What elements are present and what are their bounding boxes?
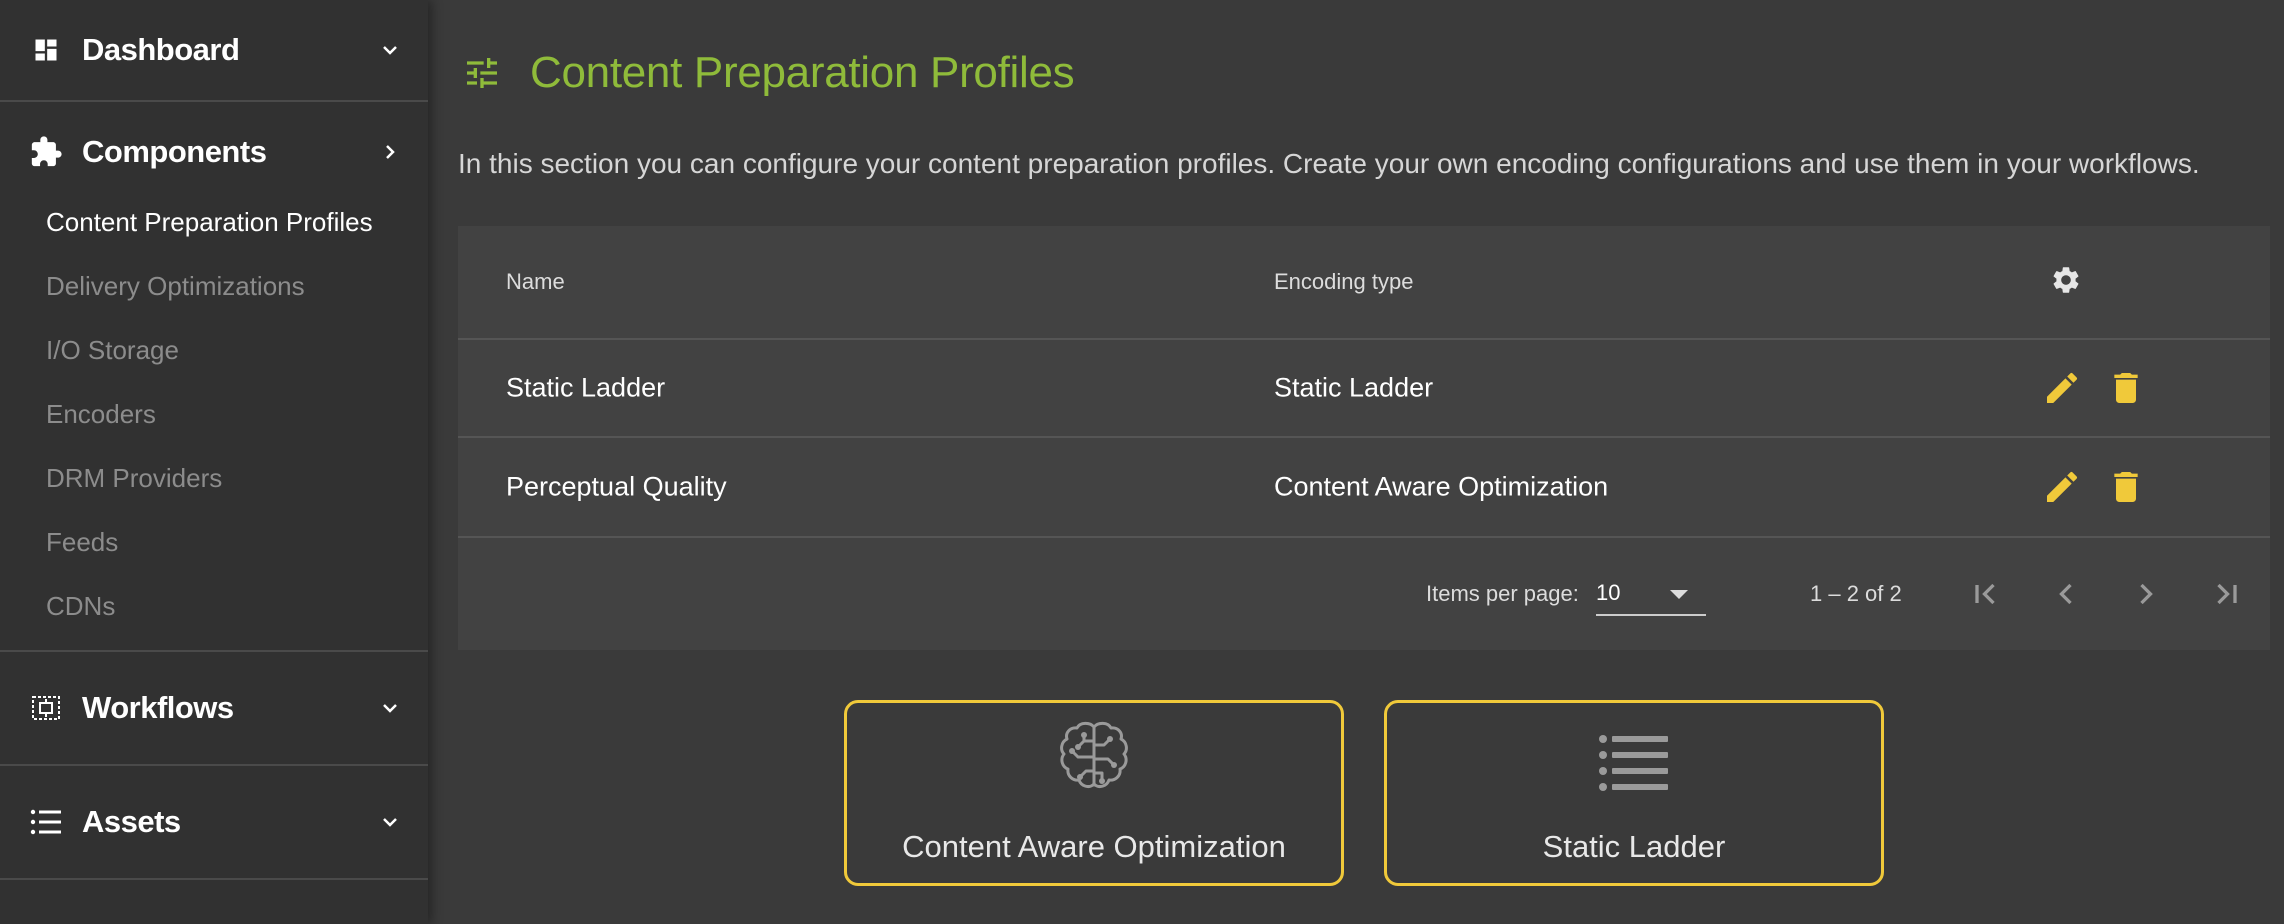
sidebar-subitem-encoders[interactable]: Encoders	[0, 382, 428, 446]
items-per-page-value: 10	[1596, 580, 1621, 605]
list-icon	[1592, 719, 1676, 803]
sidebar-subitem-feeds[interactable]: Feeds	[0, 510, 428, 574]
pagination-range: 1 – 2 of 2	[1810, 581, 1902, 606]
sidebar-subitem-delivery-optimizations[interactable]: Delivery Optimizations	[0, 254, 428, 318]
sidebar-item-label: Components	[82, 134, 267, 169]
sidebar-subitem-drm-providers[interactable]: DRM Providers	[0, 446, 428, 510]
column-header-encoding-type[interactable]: Encoding type	[1274, 269, 1413, 295]
dashboard-icon	[28, 32, 64, 68]
puzzle-icon	[28, 134, 64, 170]
paginator: Items per page: 10 1 – 2 of 2	[458, 538, 2270, 650]
brain-icon	[1052, 719, 1136, 803]
row-name: Perceptual Quality	[506, 471, 727, 502]
sidebar-subitem-cdns[interactable]: CDNs	[0, 574, 428, 638]
sidebar-item-assets[interactable]: Assets	[0, 766, 428, 878]
card-label: Static Ladder	[1542, 829, 1726, 864]
first-page-icon[interactable]	[1964, 572, 2008, 616]
tune-icon	[462, 51, 506, 95]
chevron-down-icon	[376, 36, 404, 64]
dropdown-arrow-icon	[1670, 590, 1688, 599]
chevron-down-icon	[376, 694, 404, 722]
next-page-icon[interactable]	[2124, 572, 2168, 616]
table-row[interactable]: Perceptual Quality Content Aware Optimiz…	[458, 438, 2270, 538]
sidebar-item-label: Dashboard	[82, 32, 240, 67]
delete-icon[interactable]	[2104, 465, 2148, 509]
sidebar-divider	[0, 878, 428, 880]
chevron-right-icon	[376, 138, 404, 166]
components-subnav: Content Preparation Profiles Delivery Op…	[0, 180, 428, 650]
sidebar: Dashboard Components Content Preparation…	[0, 0, 428, 924]
list-icon	[28, 804, 64, 840]
create-content-aware-optimization-button[interactable]: Content Aware Optimization	[844, 700, 1344, 886]
sidebar-item-label: Assets	[82, 804, 181, 839]
items-per-page-label: Items per page:	[1426, 581, 1579, 606]
workflow-icon	[28, 690, 64, 726]
sidebar-item-components[interactable]: Components	[0, 102, 428, 202]
sidebar-subitem-io-storage[interactable]: I/O Storage	[0, 318, 428, 382]
create-static-ladder-button[interactable]: Static Ladder	[1384, 700, 1884, 886]
delete-icon[interactable]	[2104, 366, 2148, 410]
table-header-row: Name Encoding type	[458, 226, 2270, 340]
edit-icon[interactable]	[2040, 366, 2084, 410]
page-description: In this section you can configure your c…	[458, 148, 2200, 179]
items-per-page-select[interactable]: 10	[1596, 568, 1706, 616]
sidebar-item-workflows[interactable]: Workflows	[0, 652, 428, 764]
row-encoding-type: Static Ladder	[1274, 372, 1434, 403]
row-encoding-type: Content Aware Optimization	[1274, 471, 1609, 502]
page-header: Content Preparation Profiles	[462, 48, 1075, 98]
page-title: Content Preparation Profiles	[530, 48, 1075, 97]
chevron-down-icon	[376, 808, 404, 836]
main-content: Content Preparation Profiles In this sec…	[428, 0, 2284, 924]
edit-icon[interactable]	[2040, 465, 2084, 509]
gear-icon[interactable]	[2050, 264, 2082, 296]
profiles-table: Name Encoding type Static Ladder Static …	[458, 226, 2270, 650]
table-row[interactable]: Static Ladder Static Ladder	[458, 340, 2270, 438]
last-page-icon[interactable]	[2204, 572, 2248, 616]
sidebar-item-label: Workflows	[82, 690, 234, 725]
row-name: Static Ladder	[506, 372, 666, 403]
sidebar-item-dashboard[interactable]: Dashboard	[0, 0, 428, 100]
column-header-name[interactable]: Name	[506, 269, 565, 295]
card-label: Content Aware Optimization	[902, 829, 1286, 864]
previous-page-icon[interactable]	[2044, 572, 2088, 616]
